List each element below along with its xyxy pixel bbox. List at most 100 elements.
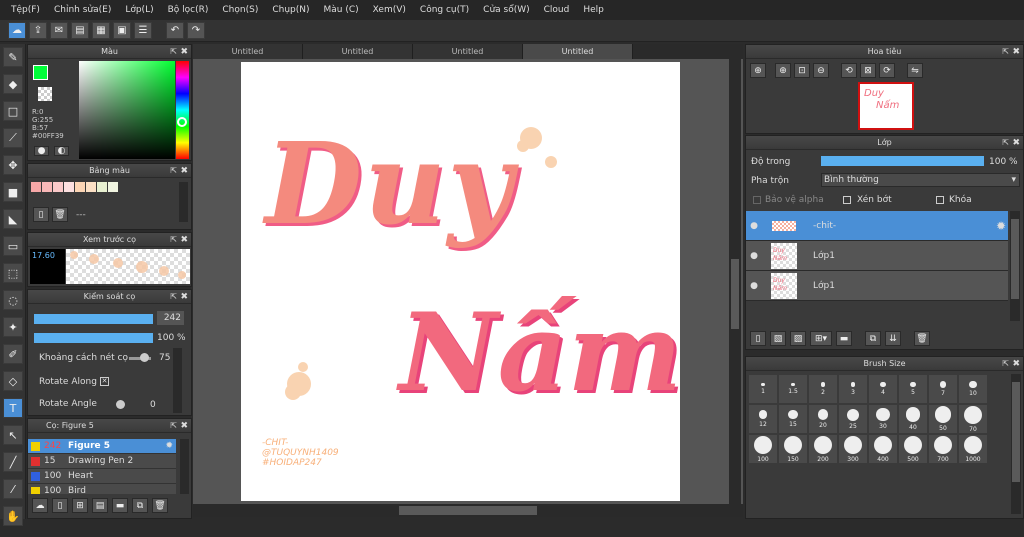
palette-swatch[interactable] [64, 182, 74, 192]
brush-size-option[interactable]: 15 [778, 404, 808, 434]
brush-list-item[interactable]: 100 Bird [28, 484, 176, 494]
brush-size-option[interactable]: 7 [928, 374, 958, 404]
gear-icon[interactable]: ✹ [996, 219, 1006, 233]
gear-icon[interactable]: ✹ [165, 441, 173, 451]
folder-brush-icon[interactable]: ▬ [112, 498, 128, 513]
hue-slider-handle[interactable] [177, 117, 187, 127]
palette-new-icon[interactable]: ▯ [33, 207, 49, 222]
brush-list-item[interactable]: 15 Drawing Pen 2 [28, 454, 176, 469]
layer-row[interactable]: ● Duy Nấm Lớp1 [746, 271, 1008, 301]
brush-opacity-slider[interactable] [34, 333, 153, 343]
layer-opacity-slider[interactable] [821, 156, 984, 166]
divide-tool-icon[interactable]: ╱ [3, 452, 23, 472]
color-mix-icon[interactable]: ◐ [54, 146, 69, 156]
fit-icon[interactable]: ⊡ [794, 63, 810, 78]
brush-size-option[interactable]: 400 [868, 434, 898, 464]
select-eraser-icon[interactable]: ◇ [3, 371, 23, 391]
brush-size-option[interactable]: 5 [898, 374, 928, 404]
magic-wand-icon[interactable]: ✦ [3, 317, 23, 337]
brush-size-option[interactable]: 1.5 [778, 374, 808, 404]
brush-list-scrollbar[interactable] [180, 439, 189, 494]
brush-size-option[interactable]: 40 [898, 404, 928, 434]
rotate-along-checkbox[interactable]: ✕ [100, 377, 109, 386]
palette-swatch[interactable] [75, 182, 85, 192]
brush-control-scrollbar[interactable] [173, 348, 182, 413]
color-option-icon[interactable]: ● [34, 146, 49, 156]
gradient-tool-icon[interactable]: ▭ [3, 236, 23, 256]
tab-untitled-3[interactable]: Untitled [413, 44, 523, 59]
palette-delete-icon[interactable]: 🗑 [52, 207, 68, 222]
delete-brush-icon[interactable]: 🗑 [152, 498, 168, 513]
lock-checkbox[interactable] [936, 196, 944, 204]
tab-untitled-4[interactable]: Untitled [523, 44, 633, 59]
brush-size-option[interactable]: 2 [808, 374, 838, 404]
tab-untitled-2[interactable]: Untitled [303, 44, 413, 59]
foreground-color-swatch[interactable] [33, 65, 48, 80]
brush-size-option[interactable]: 3 [838, 374, 868, 404]
duplicate-brush-icon[interactable]: ⧉ [132, 498, 148, 513]
tab-untitled-1[interactable]: Untitled [193, 44, 303, 59]
saturation-value-picker[interactable] [79, 61, 175, 159]
eraser-tool-icon[interactable]: ◆ [3, 74, 23, 94]
brush-size-option[interactable]: 150 [778, 434, 808, 464]
menu-capture[interactable]: Chụp(N) [265, 5, 316, 15]
palette-swatch[interactable] [86, 182, 96, 192]
hue-slider[interactable] [176, 61, 189, 159]
eye-icon[interactable]: ● [746, 281, 762, 291]
brush-size-option[interactable]: 500 [898, 434, 928, 464]
menu-help[interactable]: Help [576, 5, 611, 15]
brush-size-option[interactable]: 70 [958, 404, 988, 434]
eyedropper-icon[interactable]: ⁄ [3, 479, 23, 499]
brush-settings-icon[interactable]: ▤ [92, 498, 108, 513]
brush-size-option[interactable]: 200 [808, 434, 838, 464]
bucket-tool-icon[interactable]: ◣ [3, 209, 23, 229]
new-layer-icon[interactable]: ▯ [750, 331, 766, 346]
layer-row[interactable]: ● Duy Nấm Lớp1 [746, 241, 1008, 271]
redo-icon[interactable]: ↷ [187, 22, 205, 39]
menu-file[interactable]: Tệp(F) [4, 5, 47, 15]
cloud-brush-icon[interactable]: ☁ [32, 498, 48, 513]
menu-tools[interactable]: Công cụ(T) [413, 5, 476, 15]
zoom-out-icon[interactable]: ⊖ [813, 63, 829, 78]
clipping-checkbox[interactable] [843, 196, 851, 204]
eye-icon[interactable]: ● [746, 221, 762, 231]
operation-tool-icon[interactable]: ↖ [3, 425, 23, 445]
cloud-icon[interactable]: ☁ [8, 22, 26, 39]
rotate-icon[interactable]: ⟲ [841, 63, 857, 78]
menu-color[interactable]: Màu (C) [317, 5, 366, 15]
lasso-tool-icon[interactable]: ◌ [3, 290, 23, 310]
rotate-angle-handle[interactable] [116, 400, 125, 409]
rect-tool-icon[interactable]: □ [3, 101, 23, 121]
blend-mode-select[interactable]: Bình thường ▾ [821, 173, 1020, 187]
brush-list-item[interactable]: 100 Heart [28, 469, 176, 484]
brush-size-option[interactable]: 1 [748, 374, 778, 404]
palette-scrollbar[interactable] [179, 182, 188, 222]
brush-size-value[interactable]: 242 [157, 311, 184, 325]
zoom-in-2-icon[interactable]: ⊕ [775, 63, 791, 78]
brush-size-option[interactable]: 20 [808, 404, 838, 434]
message-icon[interactable]: ▤ [71, 22, 89, 39]
eye-icon[interactable]: ● [746, 251, 762, 261]
zoom-in-icon[interactable]: ⊕ [750, 63, 766, 78]
drawing-canvas[interactable]: Duy Nấm -CHIT- @TUQUYNH1409 #HOIDAP247 [241, 62, 682, 501]
brush-size-option[interactable]: 30 [868, 404, 898, 434]
brush-size-option[interactable]: 12 [748, 404, 778, 434]
rotate-right-icon[interactable]: ⟳ [879, 63, 895, 78]
menu-edit[interactable]: Chỉnh sửa(E) [47, 5, 118, 15]
brush-size-option[interactable]: 700 [928, 434, 958, 464]
panel-icon[interactable]: ▦ [92, 22, 110, 39]
brush-size-option[interactable]: 10 [958, 374, 988, 404]
menu-filter[interactable]: Bộ lọc(R) [161, 5, 216, 15]
brush-size-option[interactable]: 25 [838, 404, 868, 434]
undo-icon[interactable]: ↶ [166, 22, 184, 39]
merge-layer-icon[interactable]: ⇊ [885, 331, 901, 346]
new-brush-icon[interactable]: ▯ [52, 498, 68, 513]
palette-swatch[interactable] [108, 182, 118, 192]
palette-swatch[interactable] [97, 182, 107, 192]
brush-size-option[interactable]: 50 [928, 404, 958, 434]
layers-scrollbar[interactable] [1010, 211, 1020, 321]
duplicate-layer-icon[interactable]: ⧉ [865, 331, 881, 346]
text-tool-icon[interactable]: T [3, 398, 23, 418]
correction-tool-icon[interactable]: ⟋ [3, 128, 23, 148]
new-1bit-layer-icon[interactable]: ▨ [790, 331, 806, 346]
